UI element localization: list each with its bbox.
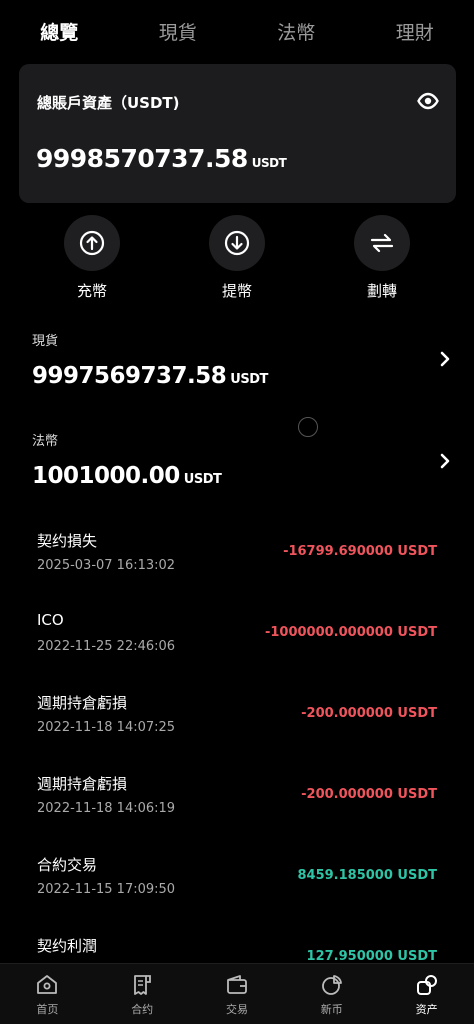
chevron-right-icon[interactable] [438,350,452,368]
fiat-amount: 1001000.00 USDT [32,463,452,489]
tab-fiat[interactable]: 法幣 [237,0,356,62]
top-tabs: 總覽 現貨 法幣 理財 [0,0,474,62]
tab-overview[interactable]: 總覽 [0,0,119,62]
record-amount: -1000000.000000 USDT [264,625,437,640]
nav-contract[interactable]: 合约 [95,964,190,1024]
record-amount: 8459.185000 USDT [297,868,438,883]
record-amount: -200.000000 USDT [301,787,437,802]
nav-home[interactable]: 首页 [0,964,95,1024]
record-title: 週期持倉虧損 [37,694,128,712]
pie-chart-icon [321,975,342,995]
record-amount: -16799.690000 USDT [283,544,437,559]
list-item[interactable]: ICO 2022-11-25 22:46:06 -1000000.000000 … [0,611,474,671]
total-assets-card: 總賬戶資產（USDT) 9998570737.58 USDT [19,64,456,203]
arrow-up-circle-icon [79,230,105,256]
swap-arrows-icon [370,233,394,253]
record-time: 2022-11-25 22:46:06 [37,639,176,654]
record-amount: -200.000000 USDT [301,706,437,721]
bottom-nav: 首页 合约 交易 新币 资产 [0,963,474,1024]
tab-finance[interactable]: 理財 [356,0,474,62]
record-title: 週期持倉虧損 [37,775,128,793]
deposit-button[interactable]: 充幣 [52,215,132,301]
arrow-down-circle-icon [224,230,250,256]
record-title: 契约損失 [37,532,98,550]
nav-new-coin-label: 新币 [320,1003,343,1016]
nav-home-label: 首页 [36,1003,59,1016]
fiat-unit: USDT [183,472,222,487]
record-title: 契约利潤 [37,937,98,955]
transfer-circle[interactable] [354,215,410,271]
assets-icon [416,975,437,995]
nav-assets[interactable]: 资产 [379,964,474,1024]
spot-value: 9997569737.58 [32,363,227,389]
record-time: 2025-03-07 16:13:02 [37,558,176,573]
total-assets-unit: USDT [251,156,287,170]
record-time: 2022-11-18 14:06:19 [37,801,176,816]
nav-trade[interactable]: 交易 [190,964,285,1024]
spot-amount: 9997569737.58 USDT [32,363,452,389]
list-item[interactable]: 週期持倉虧損 2022-11-18 14:06:19 -200.000000 U… [0,773,474,833]
fiat-label: 法幣 [32,434,59,449]
transfer-label: 劃轉 [366,282,397,300]
nav-trade-label: 交易 [225,1003,248,1016]
list-item[interactable]: 合約交易 2022-11-15 17:09:50 8459.185000 USD… [0,854,474,914]
spot-label: 現貨 [32,334,59,349]
withdraw-button[interactable]: 提幣 [197,215,277,301]
home-icon [37,975,58,994]
spot-section[interactable]: 現貨 9997569737.58 USDT [32,330,452,389]
list-item[interactable]: 週期持倉虧損 2022-11-18 14:07:25 -200.000000 U… [0,692,474,752]
record-title: ICO [37,611,64,629]
fiat-section[interactable]: 法幣 1001000.00 USDT [32,430,452,489]
chevron-right-icon[interactable] [438,452,452,470]
deposit-label: 充幣 [76,282,107,300]
eye-icon[interactable] [417,92,439,110]
action-row: 充幣 提幣 劃轉 [0,215,474,305]
spot-unit: USDT [230,372,268,387]
record-title: 合約交易 [37,856,98,874]
total-assets-label: 總賬戶資產（USDT) [37,94,180,112]
tab-spot[interactable]: 現貨 [119,0,238,62]
withdraw-circle[interactable] [209,215,265,271]
record-time: 2022-11-18 14:07:25 [37,720,176,735]
withdraw-label: 提幣 [221,282,252,300]
nav-contract-label: 合约 [131,1003,154,1016]
nav-new-coin[interactable]: 新币 [284,964,379,1024]
list-item[interactable]: 契约損失 2025-03-07 16:13:02 -16799.690000 U… [0,530,474,590]
deposit-circle[interactable] [64,215,120,271]
receipt-icon [134,975,152,995]
record-time: 2022-11-15 17:09:50 [37,882,176,897]
total-assets-value: 9998570737.58 [36,144,248,173]
total-assets-amount: 9998570737.58 USDT [36,144,287,173]
record-amount: 127.950000 USDT [306,949,437,964]
transfer-button[interactable]: 劃轉 [342,215,422,301]
fiat-value: 1001000.00 [32,463,180,489]
nav-assets-label: 资产 [415,1003,438,1016]
wallet-icon [227,975,247,994]
